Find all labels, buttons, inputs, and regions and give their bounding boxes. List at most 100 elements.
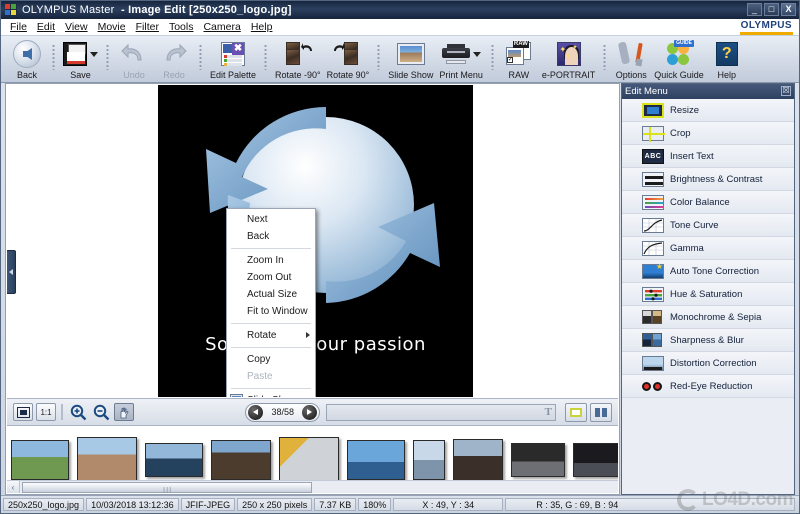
edit-menu-item-hue-saturation[interactable]: Hue & Saturation [622, 283, 794, 306]
maximize-button[interactable]: □ [764, 3, 779, 16]
scrollbar-track[interactable]: ||| [20, 481, 618, 494]
toolbar-back-button[interactable]: Back [7, 38, 47, 80]
toolbar-undo-button[interactable]: Undo [114, 38, 154, 80]
edit-palette-icon: ✖ [221, 39, 245, 69]
crop-icon [642, 126, 664, 141]
edit-menu-item-brightness-contrast[interactable]: Brightness & Contrast [622, 168, 794, 191]
color-balance-icon [642, 195, 664, 210]
actual-size-button[interactable]: 1:1 [36, 403, 56, 421]
scrollbar-thumb[interactable]: ||| [22, 482, 312, 493]
close-button[interactable]: X [781, 3, 796, 16]
edit-menu-item-tone-curve[interactable]: Tone Curve [622, 214, 794, 237]
toolbar-eportrait-button[interactable]: ✦ ✦ ✦ e-PORTRAIT [539, 38, 598, 80]
edit-menu-item-resize[interactable]: Resize [622, 99, 794, 122]
thumbnail-3[interactable] [145, 443, 203, 477]
zoom-in-icon[interactable] [68, 403, 88, 421]
submenu-arrow-icon [306, 332, 310, 338]
edit-menu-item-color-balance[interactable]: Color Balance [622, 191, 794, 214]
edit-menu-list: Resize Crop ABC Insert Text Brightness &… [622, 99, 794, 494]
menu-view[interactable]: View [60, 20, 93, 34]
menu-help[interactable]: Help [246, 20, 278, 34]
print-dropdown-caret[interactable] [473, 52, 481, 57]
toolbar-print-menu-button[interactable]: Print Menu [436, 38, 486, 80]
thumbnail-2[interactable] [77, 437, 137, 483]
context-menu-item-zoom-out[interactable]: Zoom Out [227, 269, 315, 286]
edit-menu-item-gamma[interactable]: Gamma [622, 237, 794, 260]
thumbnail-10[interactable] [573, 443, 618, 477]
toolbar-separator [377, 44, 380, 70]
menu-edit[interactable]: Edit [32, 20, 60, 34]
menu-movie[interactable]: Movie [93, 20, 131, 34]
status-filename: 250x250_logo.jpg [3, 498, 84, 511]
thumbnail-1[interactable] [11, 440, 69, 480]
context-menu-item-rotate[interactable]: Rotate [227, 327, 315, 344]
save-dropdown-caret[interactable] [90, 52, 98, 57]
menu-tools[interactable]: Tools [164, 20, 199, 34]
toolbar-rotate-right-button[interactable]: Rotate 90° [324, 38, 373, 80]
edit-menu-panel-header: Edit Menu ☒ [622, 84, 794, 99]
slideshow-icon [231, 395, 242, 397]
thumbnail-horizontal-scrollbar[interactable]: ‹ ||| [7, 480, 618, 493]
window-title-suffix: - Image Edit [250x250_logo.jpg] [121, 4, 292, 16]
raw-icon: RAW ✓ [506, 39, 532, 69]
toolbar-raw-button[interactable]: RAW ✓ RAW [499, 38, 539, 80]
toolbar-options-button[interactable]: Options [611, 38, 651, 80]
toolbar-quick-guide-button[interactable]: GUIDE Quick Guide [651, 38, 707, 80]
scroll-left-arrow-icon[interactable]: ‹ [7, 481, 20, 494]
edit-menu-item-crop[interactable]: Crop [622, 122, 794, 145]
toolbar-separator [264, 44, 267, 70]
context-menu-item-slide-show[interactable]: Slide Show [227, 392, 315, 397]
status-datetime: 10/03/2018 13:12:36 [86, 498, 179, 511]
menu-file[interactable]: File [5, 20, 32, 34]
thumbnail-6[interactable] [347, 440, 405, 480]
thumbnail-7[interactable] [413, 440, 445, 480]
previous-image-icon[interactable] [248, 405, 263, 420]
edit-menu-item-auto-tone-correction[interactable]: Auto Tone Correction [622, 260, 794, 283]
next-image-icon[interactable] [302, 405, 317, 420]
context-menu-item-actual-size[interactable]: Actual Size [227, 286, 315, 303]
context-menu-separator [231, 248, 311, 249]
menu-filter[interactable]: Filter [131, 20, 164, 34]
toolbar-rotate-left-button[interactable]: Rotate -90° [272, 38, 324, 80]
edit-menu-item-sharpness-blur[interactable]: Sharpness & Blur [622, 329, 794, 352]
context-menu-item-back[interactable]: Back [227, 228, 315, 245]
context-menu-item-fit-to-window[interactable]: Fit to Window [227, 303, 315, 320]
thumbnail-5[interactable] [279, 437, 339, 483]
edit-menu-item-insert-text[interactable]: ABC Insert Text [622, 145, 794, 168]
context-menu-separator [231, 388, 311, 389]
toolbar-edit-palette-button[interactable]: ✖ Edit Palette [207, 38, 259, 80]
red-eye-reduction-icon [642, 379, 664, 394]
thumbnail-4[interactable] [211, 440, 271, 480]
caption-text-field[interactable]: T [326, 404, 556, 421]
toolbar-back-label: Back [17, 70, 37, 80]
image-canvas[interactable]: Software is our passion Next Back Zoom I… [7, 85, 618, 397]
scrollbar-grip: ||| [163, 486, 172, 494]
context-menu-item-next[interactable]: Next [227, 211, 315, 228]
zoom-out-icon[interactable] [91, 403, 111, 421]
redo-arrow-icon [161, 39, 187, 69]
edit-menu-item-red-eye-reduction[interactable]: Red-Eye Reduction [622, 375, 794, 398]
toolbar-help-button[interactable]: ? Help [707, 38, 747, 80]
panel-collapse-handle[interactable] [7, 250, 16, 294]
toolbar-slideshow-button[interactable]: Slide Show [385, 38, 436, 80]
hand-tool-icon[interactable] [114, 403, 134, 421]
context-menu-item-copy[interactable]: Copy [227, 351, 315, 368]
edit-menu-close-icon[interactable]: ☒ [781, 86, 791, 96]
edit-menu-item-distortion-correction[interactable]: Distortion Correction [622, 352, 794, 375]
toolbar-redo-button[interactable]: Redo [154, 38, 194, 80]
single-view-icon[interactable] [565, 403, 587, 422]
status-format: JFIF-JPEG [181, 498, 236, 511]
edit-menu-item-monochrome-sepia[interactable]: Monochrome & Sepia [622, 306, 794, 329]
dual-view-icon[interactable] [590, 403, 612, 422]
thumbnail-9[interactable] [511, 443, 565, 477]
minimize-button[interactable]: _ [747, 3, 762, 16]
menu-camera[interactable]: Camera [198, 20, 245, 34]
context-menu-item-zoom-in[interactable]: Zoom In [227, 252, 315, 269]
gamma-icon [642, 241, 664, 256]
toolbar-separator [52, 44, 55, 70]
toolbar-save-button[interactable]: Save [60, 38, 101, 80]
toolbar-raw-label: RAW [509, 70, 530, 80]
edit-menu-label: Hue & Saturation [670, 289, 742, 300]
thumbnail-8[interactable] [453, 439, 503, 481]
fit-to-window-icon[interactable] [13, 403, 33, 421]
